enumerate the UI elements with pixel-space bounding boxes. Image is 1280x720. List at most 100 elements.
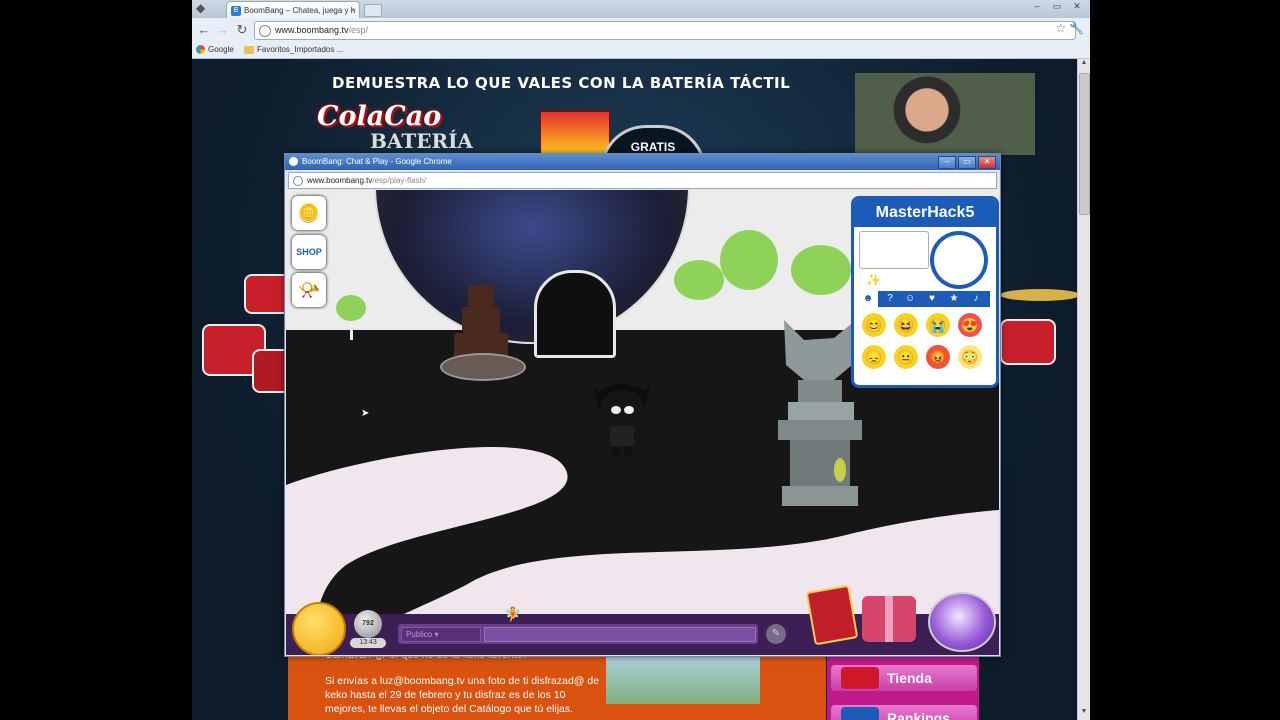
ad-banner[interactable]: DEMUESTRA LO QUE VALES CON LA BATERÍA TÁ… xyxy=(312,59,1035,171)
menu-rankings-button[interactable]: Rankings xyxy=(831,705,977,720)
clock-counter: 792 xyxy=(354,610,382,638)
tab-faces-icon[interactable]: ☺ xyxy=(900,291,920,307)
whistle-icon: 📯 xyxy=(297,280,321,300)
tab-close-icon[interactable]: × xyxy=(350,2,355,19)
popup-titlebar[interactable]: BoomBang: Chat & Play - Google Chrome – … xyxy=(285,154,1000,170)
bookmark-label: Google xyxy=(208,45,234,54)
profile-username: MasterHack5 xyxy=(854,199,996,227)
scroll-down-icon[interactable]: ▼ xyxy=(1078,708,1090,720)
new-tab-button[interactable] xyxy=(364,4,382,17)
bookmark-google[interactable]: Google xyxy=(196,42,234,58)
bookmark-label: Favoritos_Importados ... xyxy=(257,45,344,54)
coins-button[interactable]: 🪙 xyxy=(292,196,326,230)
clock-time: 13:43 xyxy=(350,638,386,648)
game-popup-window: BoomBang: Chat & Play - Google Chrome – … xyxy=(284,153,1001,657)
gold-coin-icon[interactable] xyxy=(292,602,346,655)
bookmarks-bar: Google Favoritos_Importados ... xyxy=(192,42,1090,59)
chrome-icon xyxy=(289,157,298,167)
url-path: /esp/ xyxy=(348,25,369,35)
page-scrollbar[interactable]: ▲ ▼ xyxy=(1077,59,1090,720)
tree-icon xyxy=(336,295,366,321)
product-box-image xyxy=(540,111,610,157)
compass-globe-icon[interactable] xyxy=(928,592,996,652)
emoticon-love[interactable]: 😍 xyxy=(958,313,982,337)
tab-smileys-icon[interactable]: ☻ xyxy=(858,291,878,307)
game-canvas[interactable]: 🪙 SHOP 📯 ➤ MasterHack5 ✨ ☻ ? ☺ ♥ ★ ♪ 😊 😆… xyxy=(286,190,999,655)
chat-channel-value: Publico xyxy=(406,630,433,639)
profile-status-box[interactable] xyxy=(859,231,929,269)
tab-music-icon[interactable]: ♪ xyxy=(966,291,986,307)
emoticon-sad[interactable]: 😞 xyxy=(862,345,886,369)
sparkle-icon[interactable]: ✨ xyxy=(866,273,881,287)
wrench-icon[interactable]: 🔧 xyxy=(1069,21,1084,35)
tab-stars-icon[interactable]: ★ xyxy=(944,291,964,307)
celebrity-photo xyxy=(855,73,1035,155)
emoticon-angry[interactable]: 😡 xyxy=(926,345,950,369)
popup-address-bar[interactable]: www.boombang.tv/esp/play-flash/ xyxy=(288,172,997,189)
url-host: www.boombang.tv xyxy=(275,25,349,35)
emoticon-blush[interactable]: 😳 xyxy=(958,345,982,369)
browser-toolbar: ← → ↻ www.boombang.tv/esp/ ☆ 🔧 xyxy=(192,18,1090,43)
back-icon[interactable]: ← xyxy=(196,22,212,38)
chat-channel-select[interactable]: Publico ▾ xyxy=(401,627,481,642)
send-icon[interactable]: ✎ xyxy=(766,624,786,644)
chocolate-fountain[interactable] xyxy=(440,285,526,395)
menu-label: Tienda xyxy=(887,670,932,686)
dome-door[interactable] xyxy=(534,270,616,358)
folder-icon xyxy=(244,45,254,54)
emoticon-cry[interactable]: 😭 xyxy=(926,313,950,337)
mouse-cursor-icon: ➤ xyxy=(361,408,370,419)
bookmark-folder-imported[interactable]: Favoritos_Importados ... xyxy=(244,42,343,58)
globe-icon xyxy=(293,175,303,186)
close-icon[interactable]: ✕ xyxy=(1068,0,1086,12)
scrollbar-thumb[interactable] xyxy=(1079,73,1090,215)
emoticon-laugh[interactable]: 😆 xyxy=(894,313,918,337)
fairy-icon: 🧚 xyxy=(504,606,522,622)
maximize-icon[interactable]: ▭ xyxy=(1048,0,1066,12)
emoticon-neutral[interactable]: 😐 xyxy=(894,345,918,369)
popup-close-icon[interactable]: ✕ xyxy=(978,156,996,169)
incognito-icon: ◆ xyxy=(196,1,206,15)
profile-panel: MasterHack5 ✨ ☻ ? ☺ ♥ ★ ♪ 😊 😆 😭 😍 😞 😐 😡 xyxy=(851,196,999,388)
bookmark-star-icon[interactable]: ☆ xyxy=(1055,21,1066,35)
emoticon-happy[interactable]: 😊 xyxy=(862,313,886,337)
popup-maximize-icon[interactable]: ▭ xyxy=(958,156,976,169)
tab-boombang[interactable]: B BoomBang – Chatea, juega y h × xyxy=(226,1,360,19)
article-text: Carnaval? ¿Por qué no de tu keko favorit… xyxy=(325,648,605,716)
minimize-icon[interactable]: – xyxy=(1028,0,1046,12)
address-bar[interactable]: www.boombang.tv/esp/ xyxy=(254,21,1076,40)
popup-window-controls: – ▭ ✕ xyxy=(938,156,996,169)
forward-icon[interactable]: → xyxy=(214,22,230,38)
chat-input[interactable] xyxy=(484,627,756,642)
scroll-up-icon[interactable]: ▲ xyxy=(1078,59,1090,71)
tab-hearts-icon[interactable]: ♥ xyxy=(922,291,942,307)
google-icon xyxy=(196,45,205,55)
bateria-logo: BATERÍA xyxy=(370,129,473,153)
menu-label: Rankings xyxy=(887,710,951,720)
emoticon-grid: 😊 😆 😭 😍 😞 😐 😡 😳 xyxy=(858,307,990,375)
profile-avatar[interactable] xyxy=(930,231,988,289)
globe-icon xyxy=(259,24,271,37)
popup-title: BoomBang: Chat & Play - Google Chrome xyxy=(302,157,452,166)
popup-minimize-icon[interactable]: – xyxy=(938,156,956,169)
menu-tienda-button[interactable]: Tienda xyxy=(831,665,977,691)
player-avatar[interactable] xyxy=(594,382,650,458)
shop-label: SHOP xyxy=(296,247,322,257)
window-controls: – ▭ ✕ xyxy=(1028,0,1086,14)
side-menu: Tienda Rankings xyxy=(827,648,979,720)
banner-headline: DEMUESTRA LO QUE VALES CON LA BATERÍA TÁ… xyxy=(332,74,791,92)
colacao-logo: ColaCao xyxy=(317,101,442,132)
whistle-button[interactable]: 📯 xyxy=(292,273,326,307)
popup-url-host: www.boombang.tv xyxy=(307,176,373,185)
tree-icon xyxy=(791,245,851,295)
tab-title: BoomBang – Chatea, juega y h xyxy=(244,6,356,15)
ranking-icon xyxy=(841,707,879,720)
emoticon-tabs: ☻ ? ☺ ♥ ★ ♪ xyxy=(858,291,990,307)
shop-button[interactable]: SHOP xyxy=(292,235,326,269)
gift-icon[interactable] xyxy=(862,596,916,642)
tree-icon xyxy=(720,230,778,290)
article-panel: Carnaval? ¿Por qué no de tu keko favorit… xyxy=(288,648,826,720)
tab-help-icon[interactable]: ? xyxy=(880,291,900,307)
reload-icon[interactable]: ↻ xyxy=(234,22,250,38)
catalog-book-icon[interactable] xyxy=(805,584,859,646)
